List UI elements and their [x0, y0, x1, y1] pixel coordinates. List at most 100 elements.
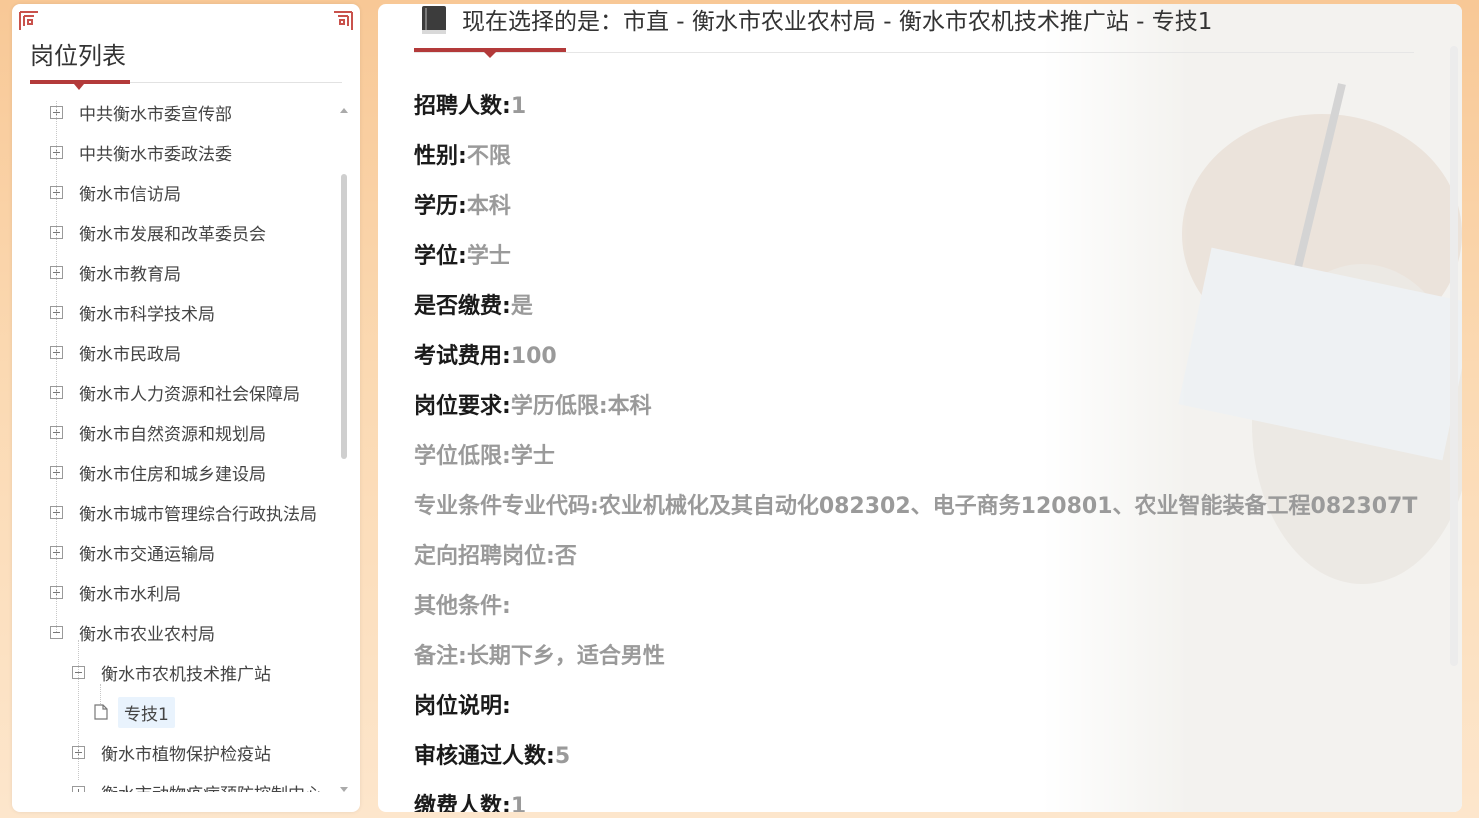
detail-value: 1: [510, 94, 527, 119]
detail-label: 考试费用:: [414, 344, 511, 369]
tree-item-label: 衡水市发展和改革委员会: [79, 224, 266, 245]
tree-item-label: 衡水市住房和城乡建设局: [79, 464, 266, 485]
tree-item-label: 衡水市农机技术推广站: [101, 664, 271, 685]
detail-scrollbar[interactable]: [1450, 46, 1458, 666]
tree-item-label: 中共衡水市委政法委: [79, 144, 232, 165]
tree-item-label: 衡水市动物疫病预防控制中心: [101, 780, 322, 793]
position-list-panel: 岗位列表 中共衡水市委宣传部 中共衡水市委政法委 衡水市信访局衡水市发展和改革委员会…: [12, 4, 360, 812]
tree-item[interactable]: 专技1: [36, 692, 336, 732]
detail-label: 定向招聘岗位:: [414, 544, 555, 569]
heading-accent-pointer: [484, 52, 496, 58]
detail-value: 农业机械化及其自动化082302、电子商务120801、农业智能装备工程0823…: [598, 494, 1418, 519]
detail-value: 是: [510, 294, 533, 319]
file-icon: [94, 704, 108, 720]
tree-item[interactable]: 衡水市自然资源和规划局: [36, 412, 336, 452]
title-accent-pointer: [74, 84, 84, 90]
corner-ornament-icon: [19, 11, 38, 30]
detail-value: 学士: [510, 444, 555, 469]
panel-title: 岗位列表: [30, 42, 126, 70]
detail-row: 性别:不限: [414, 132, 1414, 182]
tree-item[interactable]: 衡水市农机技术推广站: [36, 652, 336, 692]
book-icon: [422, 6, 446, 34]
scroll-up-icon[interactable]: [340, 108, 348, 113]
tree-content: 中共衡水市委宣传部 中共衡水市委政法委 衡水市信访局衡水市发展和改革委员会 衡水市教育…: [36, 100, 336, 792]
detail-row: 审核通过人数:5: [414, 732, 1414, 782]
tree-item[interactable]: 衡水市教育局: [36, 252, 336, 292]
tree-item-label: 衡水市科学技术局: [79, 304, 215, 325]
selection-heading: 现在选择的是：市直 - 衡水市农业农村局 - 衡水市农机技术推广站 - 专技1: [462, 9, 1213, 35]
plus-box-icon[interactable]: [72, 785, 85, 792]
tree-item[interactable]: 衡水市民政局: [36, 332, 336, 372]
detail-row: 岗位要求:学历低限:本科: [414, 382, 1414, 432]
detail-row: 缴费人数:1: [414, 782, 1414, 812]
tree-item-label: 衡水市水利局: [79, 584, 181, 605]
detail-label: 专业条件专业代码:: [414, 494, 599, 519]
detail-value: 1: [510, 794, 527, 812]
detail-row: 专业条件专业代码:农业机械化及其自动化082302、电子商务120801、农业智…: [414, 482, 1417, 532]
tree-item-label: 衡水市民政局: [79, 344, 181, 365]
tree-item-label: 衡水市自然资源和规划局: [79, 424, 266, 445]
detail-label: 学历:: [414, 194, 467, 219]
detail-value: 本科: [466, 194, 511, 219]
detail-value: 否: [554, 544, 577, 569]
tree-item-label: 中共衡水市委宣传部: [79, 104, 232, 125]
detail-row: 招聘人数:1: [414, 82, 1414, 132]
tree-item[interactable]: 衡水市农业农村局: [36, 612, 336, 652]
detail-row: 学位:学士: [414, 232, 1414, 282]
heading-divider: [414, 52, 1414, 53]
tree-guide-line: [56, 100, 57, 632]
tree-item-label: 衡水市人力资源和社会保障局: [79, 384, 300, 405]
detail-value: 不限: [466, 144, 511, 169]
detail-row: 定向招聘岗位:否: [414, 532, 1414, 582]
scroll-thumb[interactable]: [341, 174, 347, 459]
scroll-down-icon[interactable]: [340, 787, 348, 792]
tree-item[interactable]: 衡水市人力资源和社会保障局: [36, 372, 336, 412]
tree-item[interactable]: 衡水市发展和改革委员会: [36, 212, 336, 252]
tree-item[interactable]: 衡水市城市管理综合行政执法局: [36, 492, 336, 532]
detail-label: 性别:: [414, 144, 467, 169]
detail-label: 学位低限:: [414, 444, 511, 469]
detail-row: 备注:长期下乡，适合男性: [414, 632, 1414, 682]
corner-ornament-icon: [334, 11, 353, 30]
detail-row: 学位低限:学士: [414, 432, 1414, 482]
tree-guide-line: [78, 640, 79, 780]
position-tree[interactable]: 中共衡水市委宣传部 中共衡水市委政法委 衡水市信访局衡水市发展和改革委员会 衡水市教育…: [36, 100, 336, 792]
tree-scrollbar[interactable]: [338, 104, 350, 794]
tree-item[interactable]: 衡水市交通运输局: [36, 532, 336, 572]
tree-item[interactable]: 中共衡水市委宣传部: [36, 100, 336, 132]
tree-guide-line: [100, 684, 101, 704]
detail-value: 学士: [466, 244, 511, 269]
detail-value: 学历低限:本科: [510, 394, 652, 419]
detail-row: 考试费用:100: [414, 332, 1414, 382]
position-detail-panel: 现在选择的是：市直 - 衡水市农业农村局 - 衡水市农机技术推广站 - 专技1 …: [378, 4, 1462, 812]
tree-item-label: 衡水市植物保护检疫站: [101, 744, 271, 765]
detail-value: 长期下乡，适合男性: [466, 644, 665, 669]
detail-label: 缴费人数:: [414, 794, 511, 812]
tree-item[interactable]: 衡水市信访局: [36, 172, 336, 212]
tree-item-label: 衡水市交通运输局: [79, 544, 215, 565]
detail-row: 其他条件:: [414, 582, 1414, 632]
detail-label: 招聘人数:: [414, 94, 511, 119]
tree-item[interactable]: 衡水市动物疫病预防控制中心: [36, 772, 336, 792]
tree-item-label: 衡水市教育局: [79, 264, 181, 285]
detail-label: 审核通过人数:: [414, 744, 555, 769]
detail-row: 学历:本科: [414, 182, 1414, 232]
tree-item[interactable]: 中共衡水市委政法委: [36, 132, 336, 172]
tree-item-label: 衡水市农业农村局: [79, 624, 215, 645]
detail-label: 岗位要求:: [414, 394, 511, 419]
detail-label: 是否缴费:: [414, 294, 511, 319]
detail-row: 岗位说明:: [414, 682, 1414, 732]
detail-value: 100: [510, 344, 557, 369]
detail-value: 5: [554, 744, 571, 769]
detail-label: 学位:: [414, 244, 467, 269]
tree-item-label: 衡水市城市管理综合行政执法局: [79, 504, 317, 525]
tree-item[interactable]: 衡水市水利局: [36, 572, 336, 612]
tree-item-label: 衡水市信访局: [79, 184, 181, 205]
tree-item[interactable]: 衡水市植物保护检疫站: [36, 732, 336, 772]
detail-list: 招聘人数:1 性别:不限 学历:本科 学位:学士 是否缴费:是 考试费用:100 岗位要求:…: [414, 82, 1417, 812]
detail-row: 是否缴费:是: [414, 282, 1414, 332]
tree-item[interactable]: 衡水市住房和城乡建设局: [36, 452, 336, 492]
detail-label: 备注:: [414, 644, 467, 669]
detail-label: 岗位说明:: [414, 694, 511, 719]
tree-item[interactable]: 衡水市科学技术局: [36, 292, 336, 332]
